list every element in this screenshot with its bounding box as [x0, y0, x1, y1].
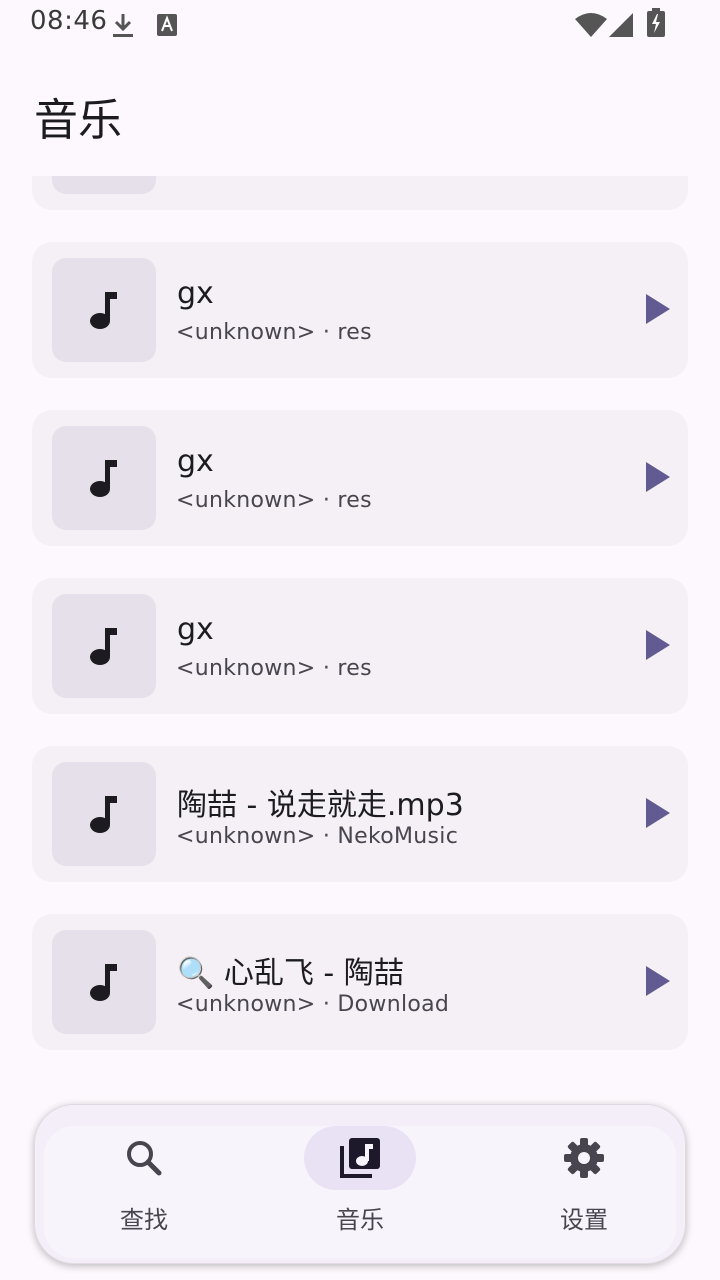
- album-art: [52, 258, 156, 362]
- song-title: 陶喆 - 说走就走.mp3: [177, 788, 464, 823]
- page-title: 音乐: [34, 95, 122, 146]
- song-title: 🔍 心乱飞 - 陶喆: [177, 956, 404, 991]
- song-subtitle: <unknown> · NekoMusic: [176, 824, 459, 849]
- album-art: [52, 176, 156, 194]
- song-card[interactable]: gx <unknown> · res: [32, 242, 688, 378]
- song-card[interactable]: gx <unknown> · res: [32, 410, 688, 546]
- nav-label: 查找: [120, 1206, 168, 1234]
- play-icon[interactable]: [646, 462, 670, 492]
- nav-label: 设置: [560, 1206, 608, 1234]
- download-icon: [113, 14, 133, 37]
- song-card[interactable]: 🔍 心乱飞 - 陶喆 <unknown> · Download: [32, 914, 688, 1050]
- nav-label: 音乐: [336, 1206, 384, 1234]
- music-note-icon: [90, 964, 117, 1001]
- signal-icon: [609, 13, 633, 37]
- song-subtitle: <unknown> · res: [176, 320, 372, 345]
- song-title: gx: [177, 276, 214, 311]
- music-note-icon: [90, 292, 117, 329]
- play-icon[interactable]: [646, 630, 670, 660]
- album-art: [52, 426, 156, 530]
- album-art: [52, 930, 156, 1034]
- a-badge-icon: [157, 14, 177, 36]
- play-icon[interactable]: [646, 798, 670, 828]
- song-title: gx: [177, 444, 214, 479]
- bottom-nav: 查找 音乐 设置: [34, 1104, 686, 1264]
- song-card[interactable]: 陶喆 - 说走就走.mp3 <unknown> · NekoMusic: [32, 746, 688, 882]
- song-subtitle: <unknown> · res: [176, 656, 372, 681]
- song-subtitle: <unknown> · Download: [176, 992, 450, 1017]
- play-icon[interactable]: [646, 966, 670, 996]
- nav-pill: [528, 1126, 640, 1190]
- nav-item-music[interactable]: 音乐: [260, 1126, 460, 1258]
- nav-pill-active: [304, 1126, 416, 1190]
- song-subtitle: <unknown> · res: [176, 488, 372, 513]
- song-card-partial[interactable]: [32, 176, 688, 210]
- song-list[interactable]: gx <unknown> · res gx <unknown> · res gx…: [0, 176, 720, 1076]
- nav-item-search[interactable]: 查找: [44, 1126, 244, 1258]
- song-title: gx: [177, 612, 214, 647]
- music-note-icon: [90, 796, 117, 833]
- status-time: 08:46: [30, 6, 108, 36]
- battery-charging-icon: [647, 8, 665, 37]
- search-icon: [127, 1141, 162, 1176]
- nav-item-settings[interactable]: 设置: [484, 1126, 684, 1258]
- gear-icon: [564, 1138, 604, 1178]
- music-note-icon: [90, 628, 117, 665]
- song-card[interactable]: gx <unknown> · res: [32, 578, 688, 714]
- album-art: [52, 762, 156, 866]
- status-bar: 08:46: [0, 0, 720, 48]
- nav-pill: [88, 1126, 200, 1190]
- wifi-icon: [575, 13, 607, 37]
- bottom-nav-bar: 查找 音乐 设置: [44, 1126, 676, 1258]
- album-art: [52, 594, 156, 698]
- play-icon[interactable]: [646, 294, 670, 324]
- music-library-icon: [340, 1138, 380, 1178]
- music-note-icon: [90, 460, 117, 497]
